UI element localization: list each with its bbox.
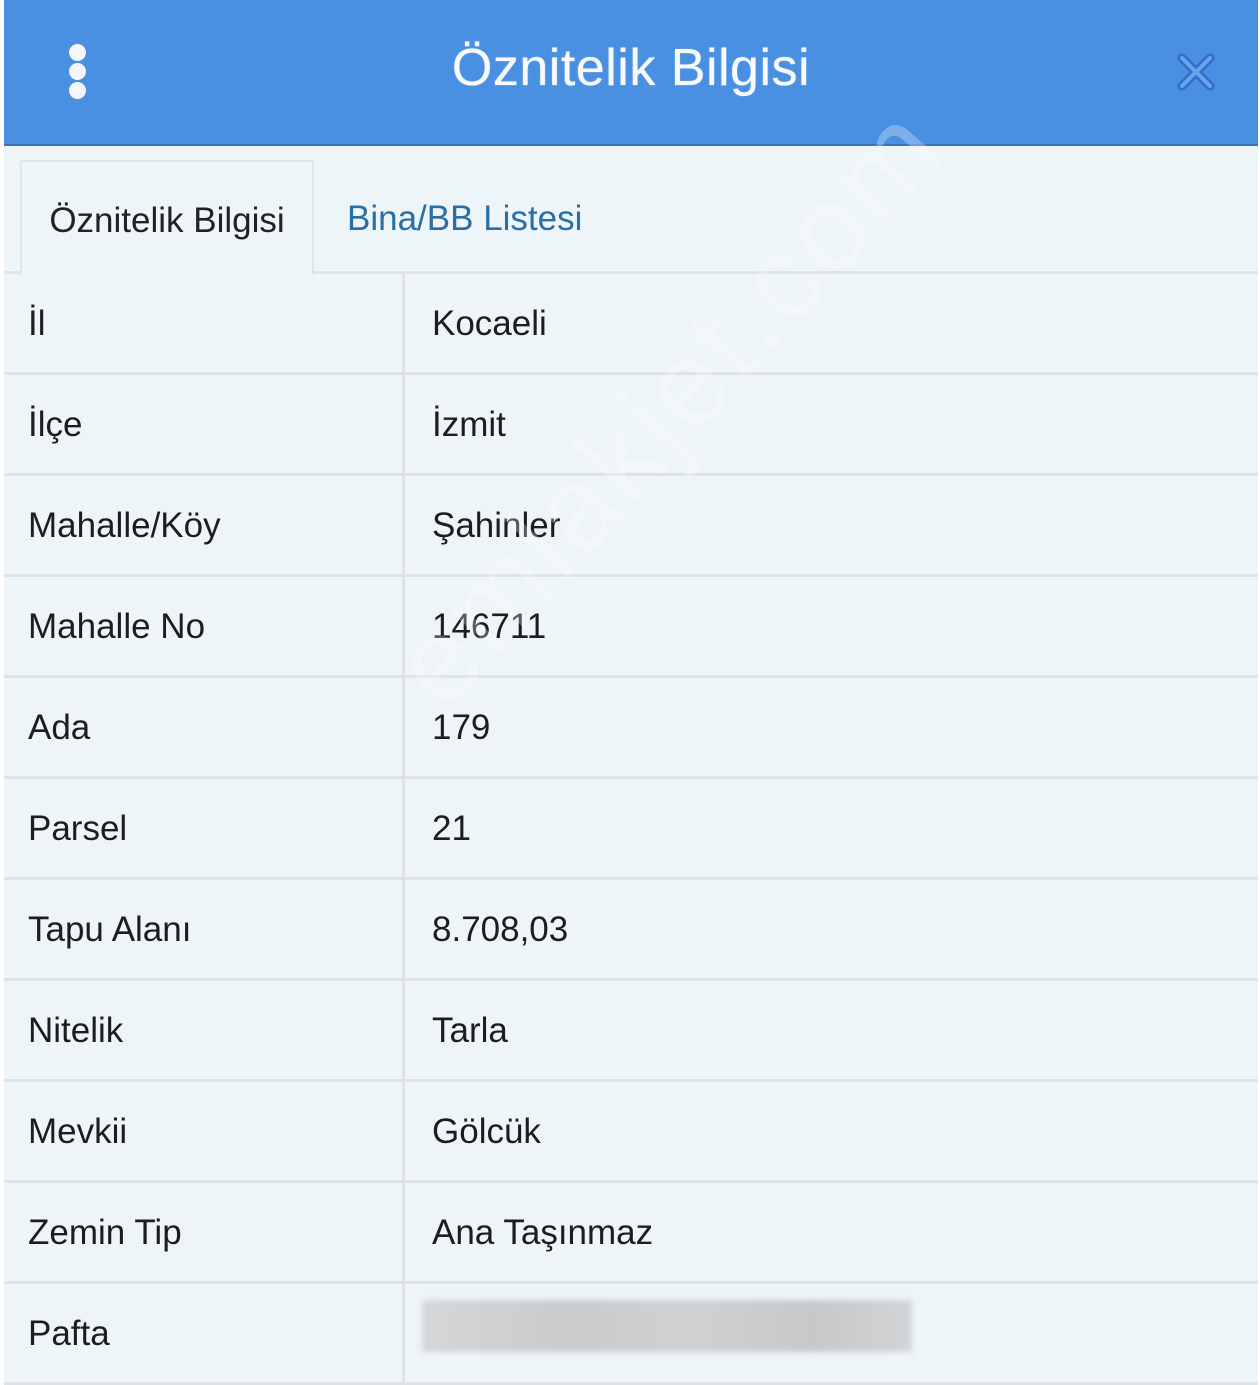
tab-attribute-info[interactable]: Öznitelik Bilgisi <box>20 160 314 277</box>
attribute-panel: Öznitelik Bilgisi Öznitelik Bilgisi Bina… <box>4 0 1258 1385</box>
title-bar: Öznitelik Bilgisi <box>4 0 1258 146</box>
table-row: İlçe İzmit <box>4 375 1258 476</box>
row-label: Tapu Alanı <box>4 880 405 978</box>
close-icon[interactable] <box>1174 50 1218 94</box>
table-row: İl Kocaeli <box>4 274 1258 375</box>
table-row: Mahalle/Köy Şahinler <box>4 476 1258 577</box>
row-label: Pafta <box>4 1284 405 1382</box>
row-value: 21 <box>432 809 471 848</box>
row-value-redacted <box>408 1284 1258 1382</box>
tab-bar: Öznitelik Bilgisi Bina/BB Listesi <box>4 148 1258 277</box>
tab-building-list[interactable]: Bina/BB Listesi <box>347 160 647 277</box>
table-row: Mahalle No 146711 <box>4 577 1258 678</box>
row-label: Parsel <box>4 779 405 877</box>
row-label: Ada <box>4 678 405 776</box>
table-row: Tapu Alanı 8.708,03 <box>4 880 1258 981</box>
row-value: Kocaeli <box>432 304 547 343</box>
table-row: Ada 179 <box>4 678 1258 779</box>
table-row: Nitelik Tarla <box>4 981 1258 1082</box>
redacted-blur <box>422 1300 912 1352</box>
table-row: Parsel 21 <box>4 779 1258 880</box>
table-row: Zemin Tip Ana Taşınmaz <box>4 1183 1258 1284</box>
row-value: Şahinler <box>432 506 561 545</box>
row-value: 179 <box>432 708 491 747</box>
row-value: Ana Taşınmaz <box>432 1213 654 1252</box>
row-label: Nitelik <box>4 981 405 1079</box>
row-value: 8.708,03 <box>432 910 569 949</box>
row-label: Zemin Tip <box>4 1183 405 1281</box>
row-value: 146711 <box>432 607 547 646</box>
row-value: İzmit <box>432 405 506 444</box>
attribute-table: İl Kocaeli İlçe İzmit Mahalle/Köy Şahinl… <box>4 274 1258 1385</box>
row-label: Mahalle No <box>4 577 405 675</box>
row-label: İlçe <box>4 375 405 473</box>
row-label: İl <box>4 274 405 372</box>
row-value: Gölcük <box>432 1112 541 1151</box>
panel-title: Öznitelik Bilgisi <box>451 39 811 97</box>
table-row: Mevkii Gölcük <box>4 1082 1258 1183</box>
row-label: Mevkii <box>4 1082 405 1180</box>
row-label: Mahalle/Köy <box>4 476 405 574</box>
table-row: Pafta <box>4 1284 1258 1385</box>
row-value: Tarla <box>432 1011 508 1050</box>
